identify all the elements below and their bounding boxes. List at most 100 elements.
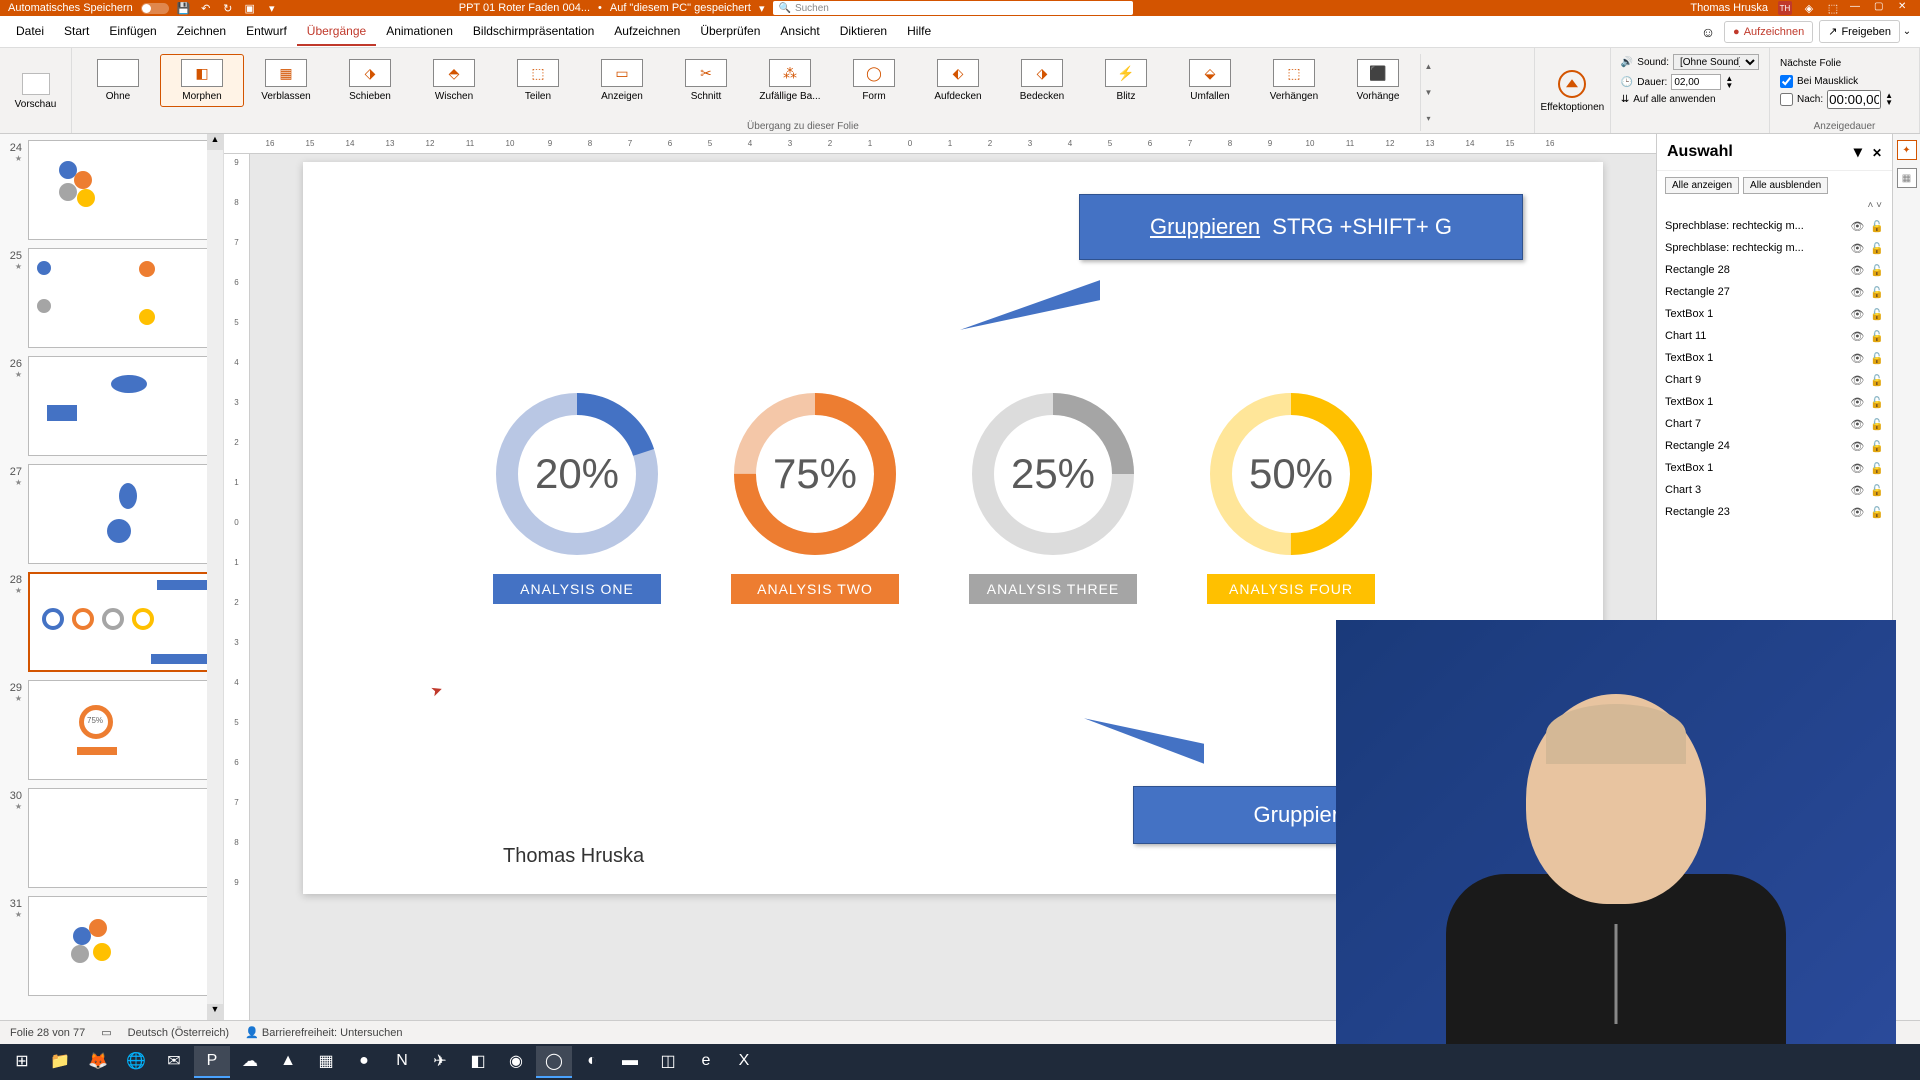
on-click-checkbox[interactable] xyxy=(1780,75,1793,88)
user-avatar[interactable]: TH xyxy=(1778,1,1792,15)
thumbnails-scrollbar[interactable]: ▲ ▼ xyxy=(207,134,223,1020)
scroll-up-icon[interactable]: ▲ xyxy=(207,134,223,150)
feedback-icon[interactable]: ☺ xyxy=(1698,24,1718,40)
duration-input[interactable] xyxy=(1671,74,1721,90)
visibility-icon[interactable]: 👁 xyxy=(1850,506,1864,519)
search-input[interactable]: 🔍 Suchen xyxy=(773,1,1133,15)
menu-tab-bildschirmpräsentation[interactable]: Bildschirmpräsentation xyxy=(463,18,604,46)
lock-icon[interactable]: 🔓 xyxy=(1870,418,1884,431)
lock-icon[interactable]: 🔓 xyxy=(1870,242,1884,255)
slide-thumbnail[interactable]: 31★ xyxy=(4,896,215,996)
transition-blitz[interactable]: ⚡Blitz xyxy=(1084,54,1168,107)
redo-icon[interactable]: ↻ xyxy=(221,1,235,15)
selection-item[interactable]: Chart 9👁🔓 xyxy=(1665,369,1884,391)
present-icon[interactable]: ▣ xyxy=(243,1,257,15)
visibility-icon[interactable]: 👁 xyxy=(1850,462,1864,475)
transition-schieben[interactable]: ⬗Schieben xyxy=(328,54,412,107)
transition-verhängen[interactable]: ⬚Verhängen xyxy=(1252,54,1336,107)
donut-chart[interactable]: 20%ANALYSIS ONE xyxy=(493,392,661,604)
selection-item[interactable]: Chart 3👁🔓 xyxy=(1665,479,1884,501)
selection-item[interactable]: Sprechblase: rechteckig m...👁🔓 xyxy=(1665,237,1884,259)
app-icon[interactable]: ▦ xyxy=(308,1046,344,1078)
close-pane-icon[interactable]: ✕ xyxy=(1872,146,1882,160)
donut-chart[interactable]: 75%ANALYSIS TWO xyxy=(731,392,899,604)
slide-thumbnail[interactable]: 30★ xyxy=(4,788,215,888)
lock-icon[interactable]: 🔓 xyxy=(1870,374,1884,387)
show-all-button[interactable]: Alle anzeigen xyxy=(1665,177,1739,194)
menu-tab-animationen[interactable]: Animationen xyxy=(376,18,463,46)
visibility-icon[interactable]: 👁 xyxy=(1850,418,1864,431)
share-button[interactable]: ↗Freigeben xyxy=(1819,20,1900,43)
transition-form[interactable]: ◯Form xyxy=(832,54,916,107)
maximize-button[interactable]: ▢ xyxy=(1874,1,1888,15)
transition-verblassen[interactable]: ▦Verblassen xyxy=(244,54,328,107)
undo-icon[interactable]: ↶ xyxy=(199,1,213,15)
lock-icon[interactable]: 🔓 xyxy=(1870,264,1884,277)
gallery-scroll[interactable]: ▲▼▾ xyxy=(1420,54,1436,131)
slide-thumbnail[interactable]: 24★ xyxy=(4,140,215,240)
save-location[interactable]: Auf "diesem PC" gespeichert xyxy=(610,2,751,14)
selection-item[interactable]: Rectangle 27👁🔓 xyxy=(1665,281,1884,303)
lock-icon[interactable]: 🔓 xyxy=(1870,308,1884,321)
menu-tab-übergänge[interactable]: Übergänge xyxy=(297,18,376,46)
lock-icon[interactable]: 🔓 xyxy=(1870,484,1884,497)
minimize-button[interactable]: — xyxy=(1850,1,1864,15)
selection-item[interactable]: TextBox 1👁🔓 xyxy=(1665,303,1884,325)
transition-wischen[interactable]: ⬘Wischen xyxy=(412,54,496,107)
transition-morphen[interactable]: ◧Morphen xyxy=(160,54,244,107)
slide-thumbnail[interactable]: 29★75% xyxy=(4,680,215,780)
menu-tab-überprüfen[interactable]: Überprüfen xyxy=(690,18,770,46)
visibility-icon[interactable]: 👁 xyxy=(1850,264,1864,277)
lock-icon[interactable]: 🔓 xyxy=(1870,462,1884,475)
transition-umfallen[interactable]: ⬙Umfallen xyxy=(1168,54,1252,107)
ribbon-collapse-icon[interactable]: ⌄ xyxy=(1900,26,1914,37)
powerpoint-icon[interactable]: P xyxy=(194,1046,230,1078)
language-indicator[interactable]: Deutsch (Österreich) xyxy=(128,1027,229,1039)
more-qat-icon[interactable]: ▾ xyxy=(265,1,279,15)
designer-icon[interactable]: ✦ xyxy=(1897,140,1917,160)
menu-tab-entwurf[interactable]: Entwurf xyxy=(236,18,297,46)
donut-chart[interactable]: 50%ANALYSIS FOUR xyxy=(1207,392,1375,604)
visibility-icon[interactable]: 👁 xyxy=(1850,374,1864,387)
spinner-icon[interactable]: ▲▼ xyxy=(1725,75,1733,89)
sound-select[interactable]: [Ohne Sound] xyxy=(1673,54,1759,70)
lock-icon[interactable]: 🔓 xyxy=(1870,352,1884,365)
selection-item[interactable]: Rectangle 28👁🔓 xyxy=(1665,259,1884,281)
visibility-icon[interactable]: 👁 xyxy=(1850,396,1864,409)
firefox-icon[interactable]: 🦊 xyxy=(80,1046,116,1078)
slide-counter[interactable]: Folie 28 von 77 xyxy=(10,1027,85,1039)
lock-icon[interactable]: 🔓 xyxy=(1870,286,1884,299)
transition-zufällige ba...[interactable]: ⁂Zufällige Ba... xyxy=(748,54,832,107)
selection-item[interactable]: Chart 7👁🔓 xyxy=(1665,413,1884,435)
lock-icon[interactable]: 🔓 xyxy=(1870,440,1884,453)
visibility-icon[interactable]: 👁 xyxy=(1850,242,1864,255)
app-icon[interactable]: ◐ xyxy=(574,1046,610,1078)
app-icon[interactable]: ▬ xyxy=(612,1046,648,1078)
visibility-icon[interactable]: 👁 xyxy=(1850,352,1864,365)
donut-chart[interactable]: 25%ANALYSIS THREE xyxy=(969,392,1137,604)
menu-tab-einfügen[interactable]: Einfügen xyxy=(99,18,166,46)
dropdown-icon[interactable]: ▾ xyxy=(1854,144,1862,161)
visibility-icon[interactable]: 👁 xyxy=(1850,286,1864,299)
transition-anzeigen[interactable]: ▭Anzeigen xyxy=(580,54,664,107)
author-text[interactable]: Thomas Hruska xyxy=(503,845,644,868)
save-icon[interactable]: 💾 xyxy=(177,1,191,15)
visibility-icon[interactable]: 👁 xyxy=(1850,330,1864,343)
edge-icon[interactable]: e xyxy=(688,1046,724,1078)
lock-icon[interactable]: 🔓 xyxy=(1870,330,1884,343)
slide-thumbnail[interactable]: 25★ xyxy=(4,248,215,348)
callout-group[interactable]: Gruppieren STRG +SHIFT+ G xyxy=(1079,194,1523,260)
app-icon[interactable]: ● xyxy=(346,1046,382,1078)
slide-thumbnail[interactable]: 27★ xyxy=(4,464,215,564)
lock-icon[interactable]: 🔓 xyxy=(1870,506,1884,519)
move-down-icon[interactable]: ˅ xyxy=(1876,200,1882,211)
transition-ohne[interactable]: Ohne xyxy=(76,54,160,107)
transition-bedecken[interactable]: ⬗Bedecken xyxy=(1000,54,1084,107)
start-button[interactable]: ⊞ xyxy=(4,1046,40,1078)
menu-tab-zeichnen[interactable]: Zeichnen xyxy=(167,18,236,46)
selection-item[interactable]: Rectangle 24👁🔓 xyxy=(1665,435,1884,457)
transition-vorhänge[interactable]: ⬛Vorhänge xyxy=(1336,54,1420,107)
coming-soon-icon[interactable]: ◈ xyxy=(1802,1,1816,15)
after-checkbox[interactable] xyxy=(1780,93,1793,106)
selection-item[interactable]: Sprechblase: rechteckig m...👁🔓 xyxy=(1665,215,1884,237)
